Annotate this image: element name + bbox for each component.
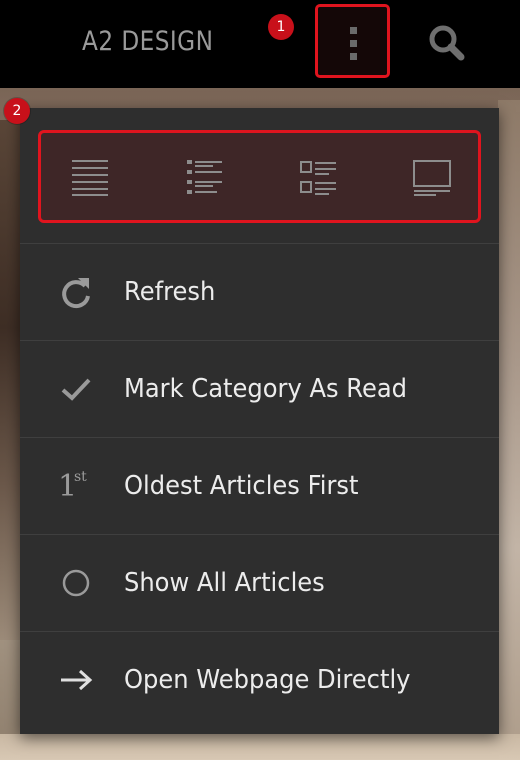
view-mode-thumbnail-list[interactable] bbox=[298, 159, 338, 197]
menu-item-oldest-first[interactable]: 1 st Oldest Articles First bbox=[20, 437, 499, 534]
view-mode-selector bbox=[38, 130, 481, 223]
circle-icon bbox=[62, 569, 90, 597]
check-icon bbox=[61, 378, 91, 401]
menu-item-label: Oldest Articles First bbox=[124, 471, 359, 501]
menu-item-label: Refresh bbox=[124, 277, 216, 307]
arrow-right-icon bbox=[61, 669, 93, 691]
menu-item-open-webpage[interactable]: Open Webpage Directly bbox=[20, 631, 499, 728]
menu-item-label: Mark Category As Read bbox=[124, 374, 408, 404]
menu-item-show-all[interactable]: Show All Articles bbox=[20, 534, 499, 631]
first-icon: 1 st bbox=[58, 469, 87, 504]
menu-item-refresh[interactable]: Refresh bbox=[20, 243, 499, 340]
list-dense-icon bbox=[72, 160, 108, 196]
annotation-badge-2: 2 bbox=[4, 98, 30, 124]
search-button[interactable] bbox=[422, 20, 472, 66]
annotation-badge-1: 1 bbox=[268, 14, 294, 40]
view-mode-card[interactable] bbox=[412, 159, 452, 197]
background-photo-bottom bbox=[0, 734, 520, 760]
overflow-menu-button[interactable] bbox=[315, 4, 390, 78]
list-thumbnail-icon bbox=[300, 161, 336, 195]
app-bar: A2 DESIGN 1 bbox=[0, 0, 520, 88]
overflow-menu: Refresh Mark Category As Read 1 st Oldes… bbox=[20, 108, 499, 734]
refresh-icon bbox=[62, 278, 90, 309]
app-title: A2 DESIGN bbox=[82, 26, 214, 57]
view-mode-dense-list[interactable] bbox=[70, 159, 110, 197]
view-mode-bulleted-list[interactable] bbox=[184, 159, 224, 197]
card-view-icon bbox=[413, 160, 451, 196]
menu-item-mark-category-read[interactable]: Mark Category As Read bbox=[20, 340, 499, 437]
background-photo-right bbox=[498, 100, 520, 740]
list-bulleted-icon bbox=[187, 160, 222, 194]
search-icon bbox=[429, 25, 465, 61]
background-photo-left bbox=[0, 120, 22, 640]
menu-item-label: Show All Articles bbox=[124, 568, 325, 598]
menu-item-label: Open Webpage Directly bbox=[124, 665, 411, 695]
